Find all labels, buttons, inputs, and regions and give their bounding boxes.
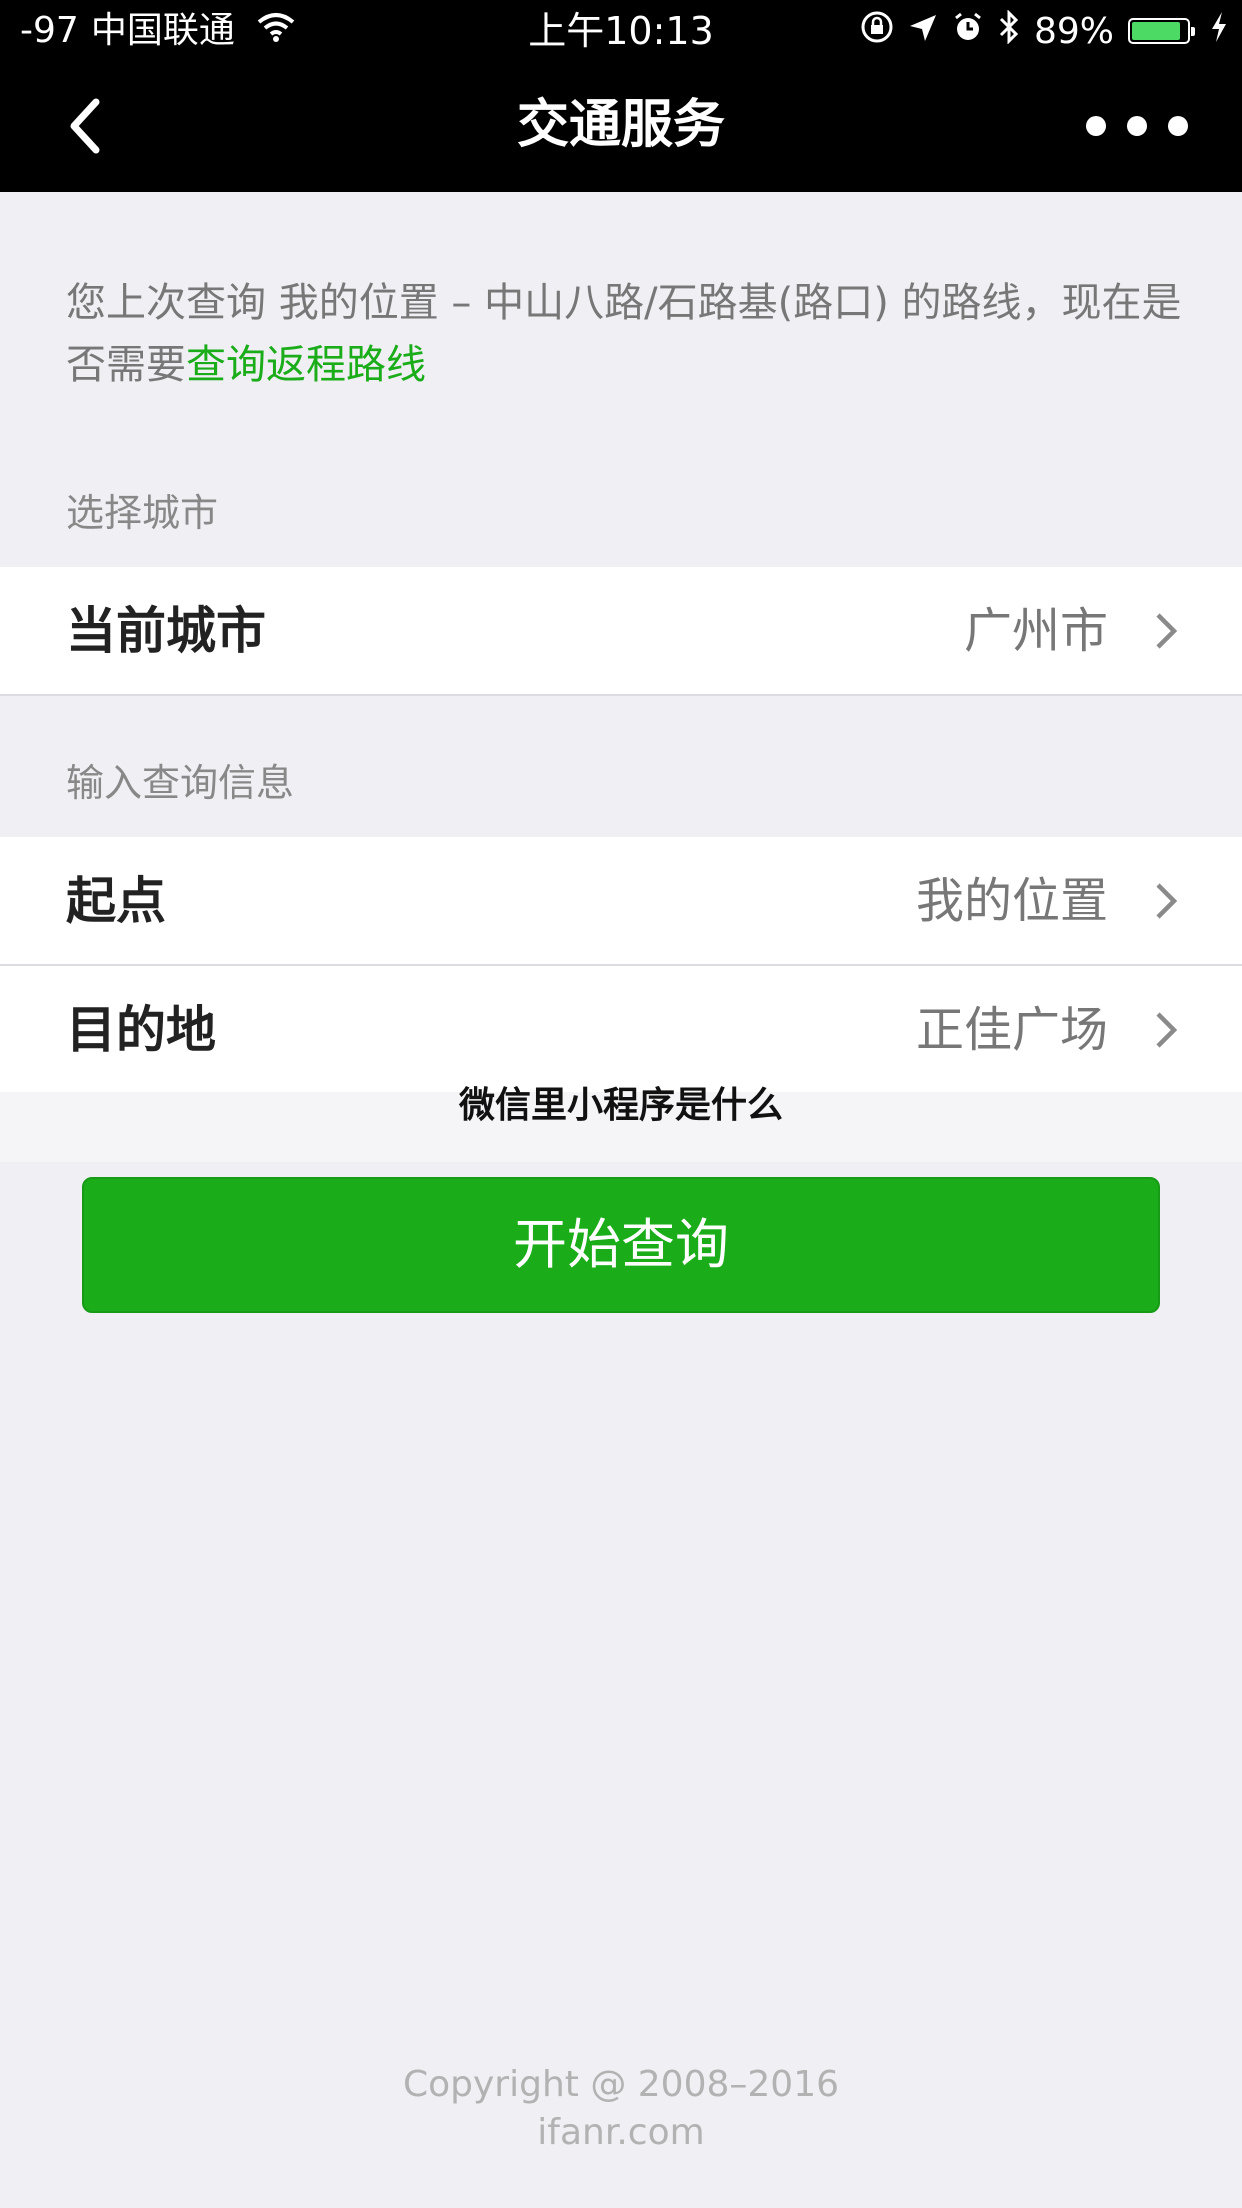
city-section-label: 选择城市 [66, 491, 219, 535]
battery-percent: 89% [1033, 10, 1114, 52]
bluetooth-icon [998, 8, 1020, 53]
alarm-icon [952, 11, 984, 52]
status-right: 89% [860, 8, 1228, 54]
current-city-label: 当前城市 [66, 602, 266, 660]
divider [0, 694, 1242, 696]
start-point-label: 起点 [66, 872, 166, 930]
chevron-right-icon [1146, 881, 1186, 921]
battery-fill [1132, 22, 1181, 40]
battery-icon [1128, 18, 1195, 44]
page-title: 交通服务 [516, 95, 725, 155]
last-query-notice: 您上次查询 我的位置 – 中山八路/石路基(路口) 的路线，现在是否需要查询返程… [66, 272, 1186, 396]
current-city-value: 广州市 [963, 603, 1108, 659]
navigation-bar: 交通服务 [0, 62, 1242, 192]
start-point-value: 我的位置 [915, 873, 1108, 929]
footer-copyright: Copyright @ 2008–2016 [402, 2064, 840, 2105]
start-point-cell[interactable]: 起点 我的位置 [0, 837, 1242, 965]
charging-icon [1210, 11, 1228, 52]
chevron-right-icon [1146, 611, 1186, 651]
destination-label: 目的地 [66, 1001, 216, 1059]
return-route-link[interactable]: 查询返程路线 [186, 342, 426, 388]
footer-site: ifanr.com [537, 2112, 705, 2153]
current-city-cell[interactable]: 当前城市 广州市 [0, 567, 1242, 695]
status-bar: -97 中国联通 上午10:13 89% [0, 0, 1242, 62]
location-arrow-icon [908, 11, 938, 52]
overlay-title: 微信里小程序是什么 [458, 1085, 783, 1126]
destination-value: 正佳广场 [915, 1002, 1108, 1058]
chevron-right-icon [1146, 1010, 1186, 1050]
start-query-button[interactable]: 开始查询 [82, 1177, 1160, 1313]
more-dots-icon[interactable] [1082, 114, 1192, 138]
rotation-lock-icon [860, 10, 894, 53]
query-section-label: 输入查询信息 [66, 761, 295, 805]
destination-cell[interactable]: 目的地 正佳广场 [0, 966, 1242, 1094]
